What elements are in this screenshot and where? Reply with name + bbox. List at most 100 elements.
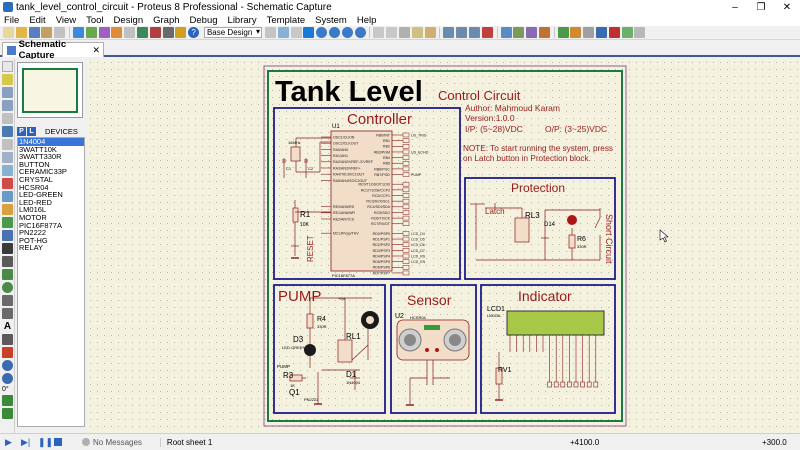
redo-icon[interactable] — [386, 27, 398, 38]
voltage-probe-icon[interactable] — [2, 217, 13, 228]
pause-simulation-icon[interactable]: ❚❚ — [38, 437, 53, 447]
current-probe-icon[interactable] — [2, 230, 13, 241]
2d-box-icon[interactable] — [2, 269, 13, 280]
device-list-item[interactable]: RELAY — [18, 244, 84, 252]
2d-path-icon[interactable] — [2, 308, 13, 319]
menu-graph[interactable]: Graph — [149, 15, 185, 26]
wire-autorouter-icon[interactable] — [557, 27, 569, 38]
2d-marker-icon[interactable] — [2, 347, 13, 358]
tab-schematic-capture[interactable]: Schematic Capture ✕ — [2, 39, 104, 61]
rotate-clockwise-icon[interactable] — [2, 360, 13, 371]
save-icon[interactable] — [28, 27, 40, 38]
schematic-capture-icon[interactable] — [85, 27, 97, 38]
pick-from-library-button[interactable]: P — [17, 126, 26, 136]
overview-window[interactable] — [17, 62, 83, 118]
new-sheet-icon[interactable] — [596, 27, 608, 38]
2d-circle-icon[interactable] — [2, 282, 13, 293]
library-manager-button[interactable]: L — [27, 126, 36, 136]
resistor-r4[interactable] — [306, 313, 314, 329]
decompose-icon[interactable] — [538, 27, 550, 38]
packaging-tool-icon[interactable] — [526, 27, 538, 38]
block-move-icon[interactable] — [456, 27, 468, 38]
tape-recorder-icon[interactable] — [2, 191, 13, 202]
virtual-instruments-icon[interactable] — [2, 243, 13, 254]
pan-icon[interactable] — [303, 27, 315, 38]
remove-sheet-icon[interactable] — [608, 27, 620, 38]
gerber-viewer-icon[interactable] — [124, 27, 136, 38]
cut-icon[interactable] — [398, 27, 410, 38]
2d-symbol-icon[interactable] — [2, 334, 13, 345]
menu-edit[interactable]: Edit — [25, 15, 51, 26]
undo-icon[interactable] — [373, 27, 385, 38]
subcircuit-icon[interactable] — [2, 139, 13, 150]
block-delete-icon[interactable] — [481, 27, 493, 38]
search-tag-icon[interactable] — [570, 27, 582, 38]
make-device-icon[interactable] — [513, 27, 525, 38]
exit-to-parent-icon[interactable] — [621, 27, 633, 38]
lcd-display[interactable] — [506, 310, 605, 336]
generator-mode-icon[interactable] — [2, 204, 13, 215]
relay-rl1[interactable] — [337, 339, 353, 363]
menu-view[interactable]: View — [52, 15, 82, 26]
design-explorer-icon[interactable] — [149, 27, 161, 38]
minimize-button[interactable]: – — [722, 2, 748, 13]
terminals-icon[interactable] — [2, 152, 13, 163]
new-file-icon[interactable] — [3, 27, 14, 38]
copy-icon[interactable] — [411, 27, 423, 38]
help-icon[interactable]: ? — [188, 27, 200, 38]
wire-label-icon[interactable] — [2, 100, 13, 111]
resistor-r1[interactable] — [292, 207, 299, 223]
zoom-in-icon[interactable] — [316, 27, 328, 38]
messages-indicator[interactable]: No Messages — [82, 438, 142, 447]
schematic-canvas[interactable]: Tank Level Control Circuit Author: Mahmo… — [87, 59, 800, 433]
block-copy-icon[interactable] — [443, 27, 455, 38]
paste-icon[interactable] — [424, 27, 436, 38]
source-code-icon[interactable] — [162, 27, 174, 38]
relay-rl3[interactable] — [514, 217, 530, 243]
stop-simulation-icon[interactable] — [54, 438, 62, 446]
2d-arc-icon[interactable] — [2, 295, 13, 306]
close-button[interactable]: ✕ — [774, 2, 800, 13]
refresh-icon[interactable] — [264, 27, 276, 38]
menu-debug[interactable]: Debug — [186, 15, 224, 26]
graph-mode-icon[interactable] — [2, 178, 13, 189]
rotate-anticlockwise-icon[interactable] — [2, 373, 13, 384]
text-script-icon[interactable] — [2, 113, 13, 124]
menu-file[interactable]: File — [0, 15, 25, 26]
menu-design[interactable]: Design — [110, 15, 150, 26]
menu-system[interactable]: System — [311, 15, 353, 26]
menu-help[interactable]: Help — [353, 15, 383, 26]
netlist-to-ares-icon[interactable] — [634, 27, 646, 38]
open-folder-icon[interactable] — [15, 27, 27, 38]
resistor-r6[interactable] — [568, 234, 576, 249]
zoom-all-icon[interactable] — [341, 27, 353, 38]
block-rotate-icon[interactable] — [468, 27, 480, 38]
zoom-area-icon[interactable] — [354, 27, 366, 38]
pcb-layout-icon[interactable] — [98, 27, 110, 38]
2d-text-icon[interactable]: A — [2, 321, 13, 332]
close-project-icon[interactable] — [41, 27, 53, 38]
visual-designer-icon[interactable] — [175, 27, 187, 38]
grid-toggle-icon[interactable] — [277, 27, 289, 38]
bill-of-materials-icon[interactable] — [136, 27, 148, 38]
import-icon[interactable] — [54, 27, 66, 38]
tab-close-button[interactable]: ✕ — [92, 45, 100, 56]
origin-icon[interactable] — [290, 27, 302, 38]
mirror-y-icon[interactable] — [2, 408, 13, 419]
mirror-x-icon[interactable] — [2, 395, 13, 406]
component-mode-icon[interactable] — [2, 74, 13, 85]
property-tool-icon[interactable] — [583, 27, 595, 38]
design-variant-select[interactable]: Base Design — [203, 27, 262, 38]
crystal-x1[interactable] — [290, 146, 301, 162]
3d-viewer-icon[interactable] — [111, 27, 123, 38]
selection-mode-icon[interactable] — [2, 61, 13, 72]
device-pins-icon[interactable] — [2, 165, 13, 176]
zoom-out-icon[interactable] — [328, 27, 340, 38]
menu-tool[interactable]: Tool — [82, 15, 109, 26]
2d-line-icon[interactable] — [2, 256, 13, 267]
menu-library[interactable]: Library — [224, 15, 263, 26]
buses-icon[interactable] — [2, 126, 13, 137]
maximize-button[interactable]: ❐ — [748, 2, 774, 13]
step-simulation-icon[interactable]: ▶| — [21, 437, 30, 447]
pick-device-icon[interactable] — [500, 27, 512, 38]
